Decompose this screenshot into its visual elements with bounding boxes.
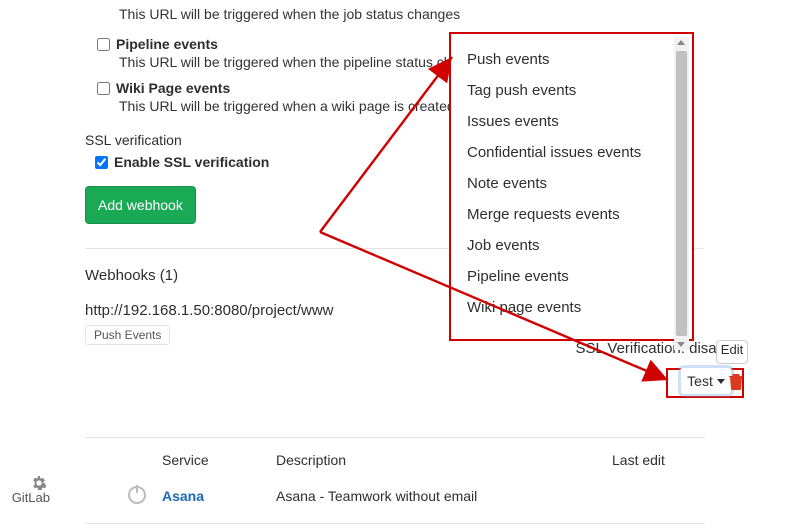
dropdown-item-job-events[interactable]: Job events (451, 230, 692, 261)
scroll-down-icon[interactable] (677, 342, 685, 347)
webhook-event-pill: Push Events (85, 325, 170, 345)
ssl-checkbox[interactable] (95, 156, 108, 169)
dropdown-item-tag-push-events[interactable]: Tag push events (451, 75, 692, 106)
dropdown-scrollbar[interactable] (674, 37, 689, 350)
ssl-label: Enable SSL verification (114, 154, 269, 170)
power-icon[interactable] (128, 486, 146, 504)
event-pipeline-label: Pipeline events (116, 36, 218, 52)
dropdown-item-confidential-issues-events[interactable]: Confidential issues events (451, 137, 692, 168)
chevron-down-icon (717, 379, 725, 384)
test-dropdown-menu: Push events Tag push events Issues event… (449, 32, 694, 341)
services-table-row: Asana Asana - Teamwork without email (128, 478, 703, 514)
sidebar-label[interactable]: GitLab (12, 490, 50, 505)
add-webhook-button[interactable]: Add webhook (85, 186, 196, 224)
dropdown-item-pipeline-events[interactable]: Pipeline events (451, 261, 692, 292)
scroll-up-icon[interactable] (677, 40, 685, 45)
dropdown-item-note-events[interactable]: Note events (451, 168, 692, 199)
test-button-label: Test (687, 373, 713, 389)
event-wiki-label: Wiki Page events (116, 80, 230, 96)
th-service: Service (162, 452, 276, 468)
dropdown-item-merge-requests-events[interactable]: Merge requests events (451, 199, 692, 230)
th-last-edit: Last edit (612, 452, 692, 468)
service-link-asana[interactable]: Asana (162, 488, 204, 504)
gear-icon (32, 476, 46, 490)
divider (85, 437, 705, 438)
dropdown-item-push-events[interactable]: Push events (451, 44, 692, 75)
event-pipeline-checkbox[interactable] (97, 38, 110, 51)
dropdown-item-issues-events[interactable]: Issues events (451, 106, 692, 137)
sidebar-fragment: GitLab (0, 474, 50, 505)
service-description: Asana - Teamwork without email (276, 488, 612, 504)
edit-button[interactable]: Edit (716, 340, 748, 364)
test-dropdown-button[interactable]: Test (680, 367, 732, 395)
services-table-header: Service Description Last edit (128, 442, 703, 478)
trash-icon[interactable] (728, 372, 744, 390)
event-wiki-checkbox[interactable] (97, 82, 110, 95)
scroll-thumb[interactable] (676, 51, 687, 336)
job-event-description: This URL will be triggered when the job … (119, 6, 705, 22)
th-description: Description (276, 452, 612, 468)
dropdown-item-wiki-page-events[interactable]: Wiki page events (451, 292, 692, 323)
